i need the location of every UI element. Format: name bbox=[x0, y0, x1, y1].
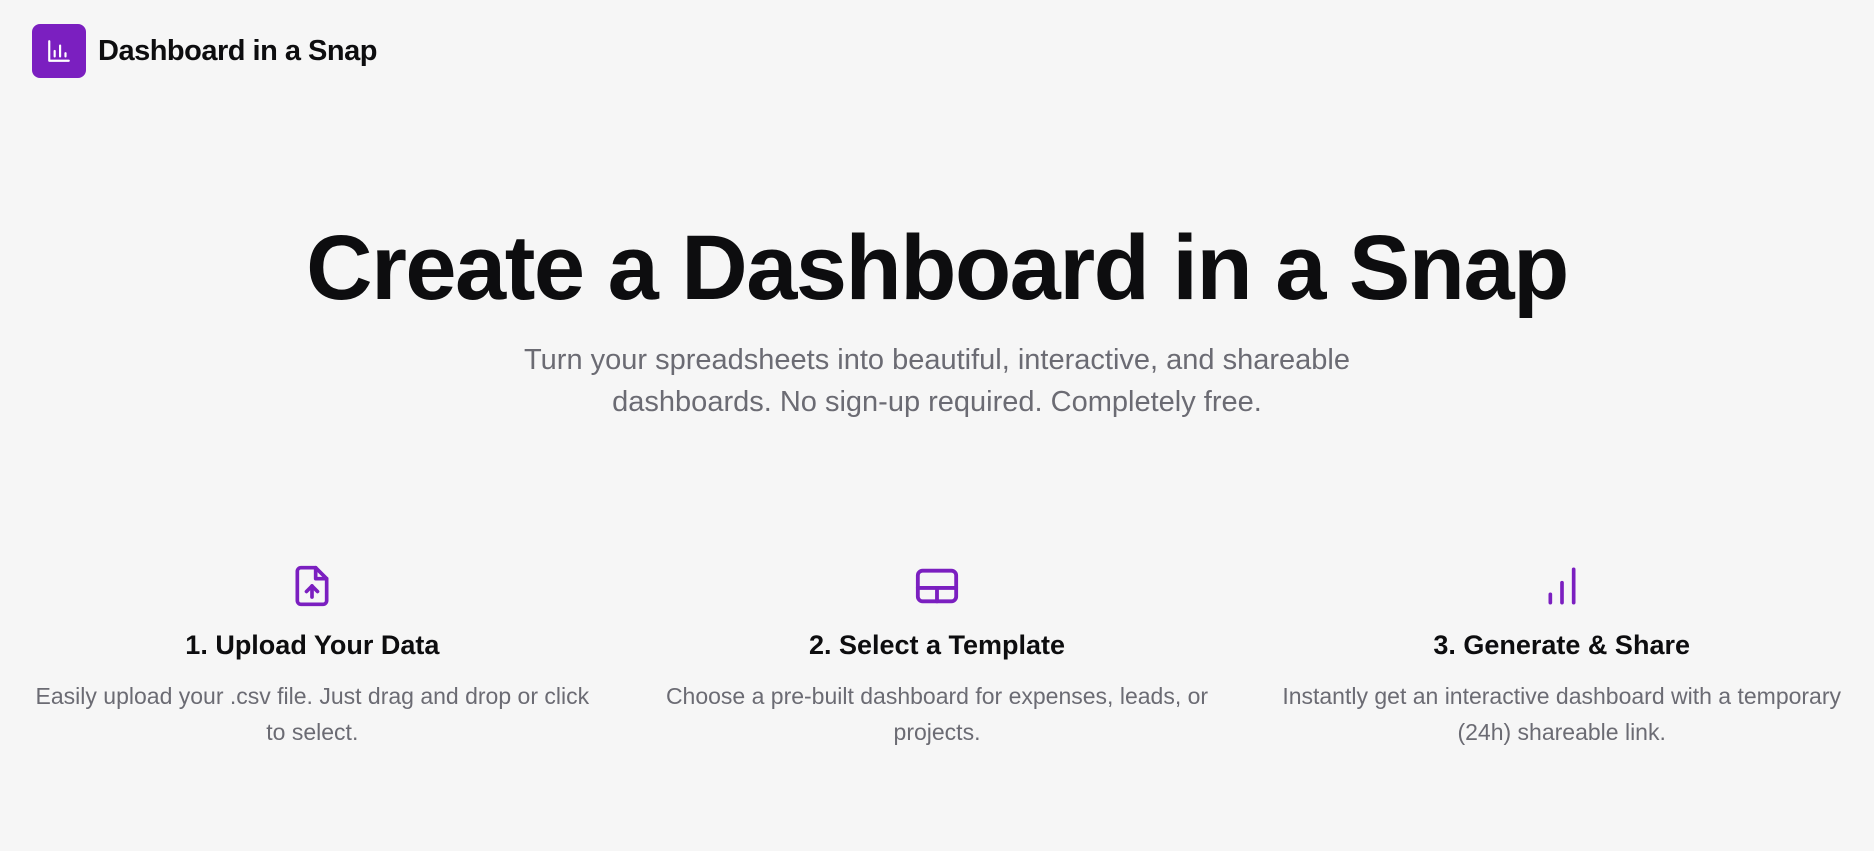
bar-chart-icon bbox=[48, 40, 70, 62]
hero-title: Create a Dashboard in a Snap bbox=[306, 217, 1569, 319]
hero-section: Create a Dashboard in a Snap Turn your s… bbox=[0, 217, 1874, 423]
feature-description: Easily upload your .csv file. Just drag … bbox=[35, 683, 590, 745]
feature-title: 2. Select a Template bbox=[808, 630, 1066, 660]
bar-chart-icon bbox=[1548, 567, 1576, 605]
feature-title: 3. Generate & Share bbox=[1433, 630, 1690, 660]
feature-title: 1. Upload Your Data bbox=[185, 630, 440, 660]
hero-subtitle: Turn your spreadsheets into beautiful, i… bbox=[524, 344, 1350, 419]
logo[interactable] bbox=[32, 24, 86, 78]
brand-name[interactable]: Dashboard in a Snap bbox=[98, 35, 377, 68]
feature-template: 2. Select a Template Choose a pre-built … bbox=[625, 562, 1250, 750]
template-layout-icon bbox=[915, 568, 959, 604]
feature-description: Choose a pre-built dashboard for expense… bbox=[665, 683, 1209, 745]
file-upload-icon bbox=[295, 565, 329, 607]
feature-description: Instantly get an interactive dashboard w… bbox=[1282, 683, 1842, 745]
feature-upload: 1. Upload Your Data Easily upload your .… bbox=[0, 562, 625, 750]
features-section: 1. Upload Your Data Easily upload your .… bbox=[0, 562, 1874, 750]
feature-share: 3. Generate & Share Instantly get an int… bbox=[1249, 562, 1874, 750]
app-header: Dashboard in a Snap bbox=[32, 24, 377, 78]
